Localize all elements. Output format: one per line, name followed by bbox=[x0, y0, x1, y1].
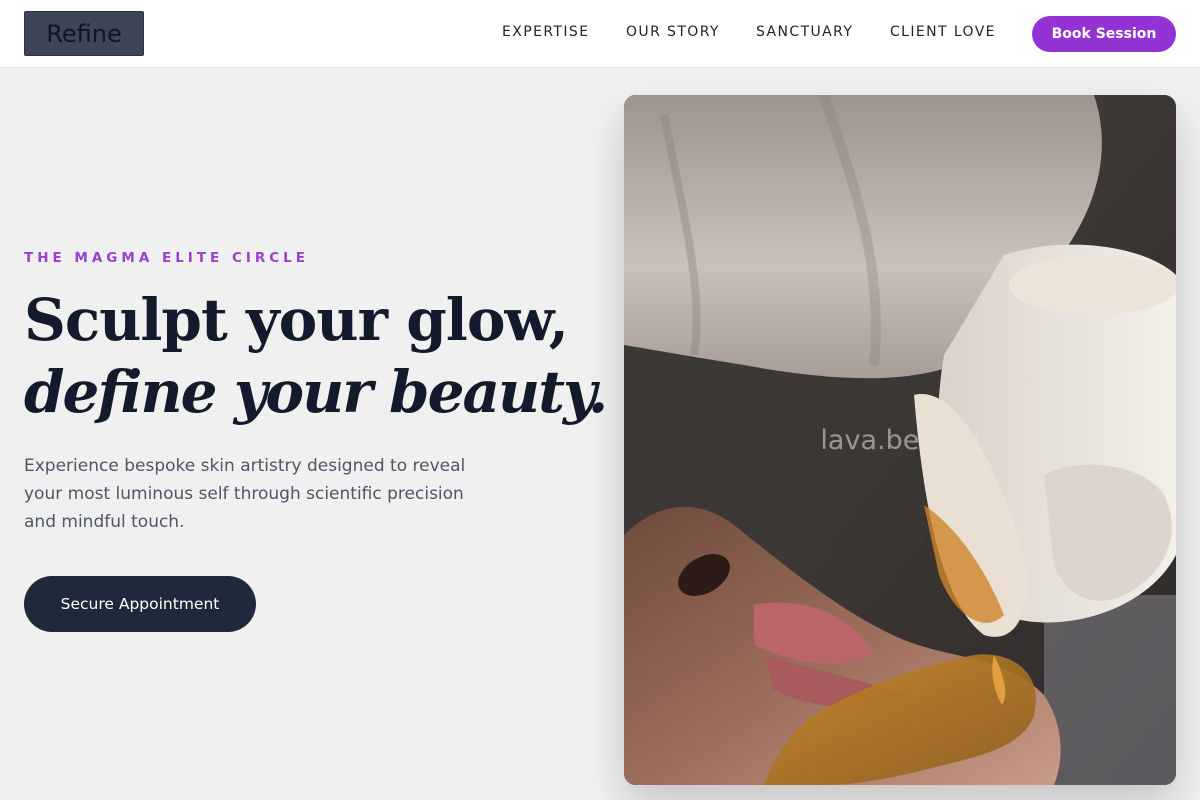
hero-description: Experience bespoke skin artistry designe… bbox=[24, 456, 466, 532]
hero-headline: Sculpt your glow, define your beauty. bbox=[24, 284, 608, 428]
book-session-button[interactable]: Book Session bbox=[1032, 16, 1176, 52]
nav-link-client-love[interactable]: CLIENT LOVE bbox=[890, 24, 996, 40]
headline-line-1: Sculpt your glow, bbox=[24, 286, 569, 354]
hero-eyebrow: THE MAGMA ELITE CIRCLE bbox=[24, 250, 310, 266]
nav-link-our-story[interactable]: OUR STORY bbox=[626, 24, 720, 40]
hero-image: lava.beauty bbox=[624, 95, 1176, 785]
secure-appointment-button[interactable]: Secure Appointment bbox=[24, 576, 256, 632]
image-watermark: lava.beauty bbox=[820, 425, 980, 456]
headline-line-2: define your beauty. bbox=[24, 358, 608, 426]
nav-link-sanctuary[interactable]: SANCTUARY bbox=[756, 24, 853, 40]
brand-logo[interactable]: Refine bbox=[24, 11, 144, 56]
nav-link-expertise[interactable]: EXPERTISE bbox=[502, 24, 589, 40]
top-nav-bar bbox=[0, 0, 1200, 68]
